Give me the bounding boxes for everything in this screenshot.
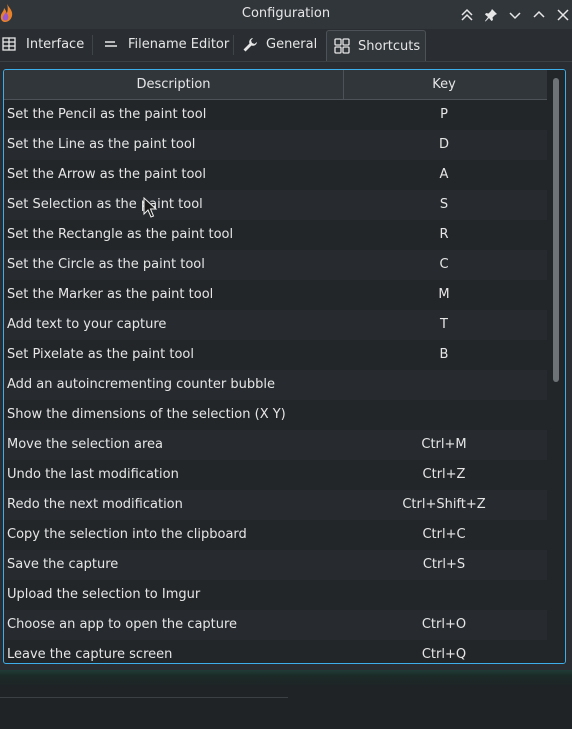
shortcut-description: Copy the selection into the clipboard: [7, 527, 247, 542]
shortcut-description: Redo the next modification: [7, 497, 183, 512]
bottom-panel: [0, 670, 572, 729]
shortcut-key[interactable]: S: [344, 190, 544, 219]
shortcut-key[interactable]: Ctrl+C: [344, 520, 544, 549]
table-row[interactable]: Upload the selection to Imgur: [4, 580, 547, 610]
table-row[interactable]: Set the Rectangle as the paint tool R: [4, 220, 547, 250]
minimize-icon[interactable]: [505, 5, 525, 25]
tab-separator: [233, 35, 234, 55]
tab-interface[interactable]: Interface: [2, 29, 84, 60]
shortcut-key[interactable]: P: [344, 100, 544, 129]
tab-shortcuts-label: Shortcuts: [358, 38, 421, 54]
shortcut-key[interactable]: M: [344, 280, 544, 309]
close-icon[interactable]: [553, 5, 572, 25]
tab-interface-label: Interface: [26, 37, 85, 52]
table-row[interactable]: Choose an app to open the capture Ctrl+O: [4, 610, 547, 640]
title-bar: Configuration: [0, 0, 572, 29]
table-row[interactable]: Set the Pencil as the paint tool P: [4, 100, 547, 130]
shortcut-key[interactable]: R: [344, 220, 544, 249]
shortcut-description: Undo the last modification: [7, 467, 179, 482]
table-row[interactable]: Redo the next modification Ctrl+Shift+Z: [4, 490, 547, 520]
table-row[interactable]: Undo the last modification Ctrl+Z: [4, 460, 547, 490]
tab-filename-editor-label: Filename Editor: [128, 37, 230, 52]
shortcut-key[interactable]: T: [344, 310, 544, 339]
shortcut-key[interactable]: Ctrl+O: [344, 610, 544, 639]
shortcut-key[interactable]: C: [344, 250, 544, 279]
shortcuts-icon: [334, 38, 350, 54]
table-row[interactable]: Move the selection area Ctrl+M: [4, 430, 547, 460]
shortcut-description: Add text to your capture: [7, 317, 167, 332]
shortcut-key[interactable]: Ctrl+Q: [344, 640, 544, 663]
divider: [0, 697, 288, 698]
keep-above-icon[interactable]: [457, 5, 477, 25]
table-row[interactable]: Save the capture Ctrl+S: [4, 550, 547, 580]
tab-filename-editor[interactable]: Filename Editor: [104, 29, 229, 60]
shortcut-description: Set the Marker as the paint tool: [7, 287, 214, 302]
maximize-icon[interactable]: [529, 5, 549, 25]
shortcut-description: Set Selection as the paint tool: [7, 197, 203, 212]
pin-icon[interactable]: [481, 5, 501, 25]
shortcut-description: Set the Pencil as the paint tool: [7, 107, 207, 122]
shortcut-description: Choose an app to open the capture: [7, 617, 238, 632]
column-header-description[interactable]: Description: [4, 70, 344, 99]
table-row[interactable]: Set the Circle as the paint tool C: [4, 250, 547, 280]
tab-bar: Interface Filename Editor General Shortc…: [0, 29, 572, 62]
wrench-icon: [242, 37, 258, 53]
table-row[interactable]: Add text to your capture T: [4, 310, 547, 340]
shortcut-description: Set the Line as the paint tool: [7, 137, 196, 152]
shortcut-description: Set the Rectangle as the paint tool: [7, 227, 234, 242]
shortcut-key[interactable]: Ctrl+M: [344, 430, 544, 459]
table-row[interactable]: Copy the selection into the clipboard Ctr…: [4, 520, 547, 550]
shortcut-key[interactable]: Ctrl+Z: [344, 460, 544, 489]
shortcut-key[interactable]: A: [344, 160, 544, 189]
shortcut-description: Move the selection area: [7, 437, 164, 452]
table-row[interactable]: Set Selection as the paint tool S: [4, 190, 547, 220]
table-row[interactable]: Add an autoincrementing counter bubble: [4, 370, 547, 400]
interface-icon: [2, 36, 18, 53]
shortcut-description: Set the Circle as the paint tool: [7, 257, 205, 272]
mouse-cursor-icon: [143, 196, 158, 219]
shortcut-key[interactable]: D: [344, 130, 544, 159]
table-row[interactable]: Leave the capture screen Ctrl+Q: [4, 640, 547, 663]
vertical-scrollbar[interactable]: [548, 70, 565, 663]
shortcut-description: Set Pixelate as the paint tool: [7, 347, 194, 362]
column-header-key[interactable]: Key: [344, 70, 544, 99]
table-row[interactable]: Set Pixelate as the paint tool B: [4, 340, 547, 370]
table-row[interactable]: Set the Arrow as the paint tool A: [4, 160, 547, 190]
shortcut-description: Set the Arrow as the paint tool: [7, 167, 206, 182]
shortcut-description: Show the dimensions of the selection (X …: [7, 407, 286, 422]
shortcut-description: Add an autoincrementing counter bubble: [7, 377, 275, 392]
table-row[interactable]: Set the Line as the paint tool D: [4, 130, 547, 160]
shortcut-key[interactable]: Ctrl+Shift+Z: [344, 490, 544, 519]
shortcut-description: Save the capture: [7, 557, 119, 572]
shortcut-key[interactable]: Ctrl+S: [344, 550, 544, 579]
tab-shortcuts[interactable]: Shortcuts: [326, 30, 426, 61]
tab-general-label: General: [266, 37, 318, 52]
tab-general[interactable]: General: [242, 29, 317, 60]
shortcut-description: Leave the capture screen: [7, 647, 173, 662]
shortcut-key[interactable]: B: [344, 340, 544, 369]
shortcut-description: Upload the selection to Imgur: [7, 587, 201, 602]
table-body: Set the Pencil as the paint tool P Set the…: [4, 100, 547, 663]
shortcuts-table[interactable]: Description Key Set the Pencil as the pa…: [3, 69, 566, 664]
table-row[interactable]: Set the Marker as the paint tool M: [4, 280, 547, 310]
tab-separator: [92, 35, 93, 55]
table-row[interactable]: Show the dimensions of the selection (X …: [4, 400, 547, 430]
filename-editor-icon: [104, 37, 120, 53]
table-header: Description Key: [4, 70, 547, 100]
scrollbar-thumb[interactable]: [553, 78, 559, 382]
